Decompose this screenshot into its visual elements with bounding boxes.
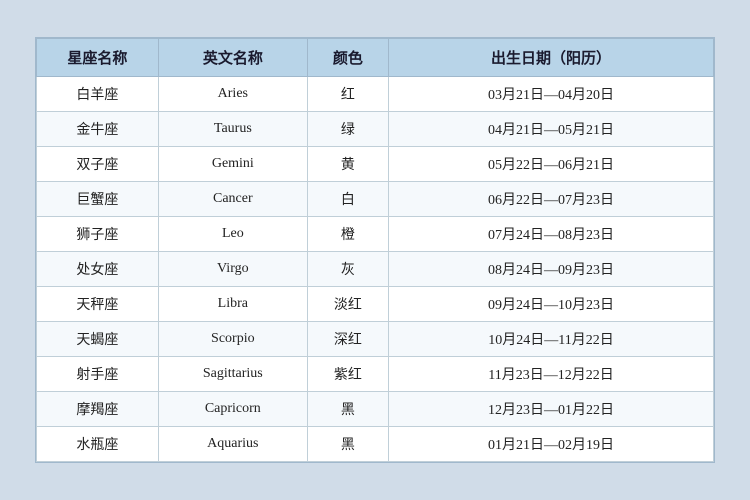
color-cell: 红 (307, 77, 388, 112)
english-name: Leo (158, 217, 307, 252)
color-cell: 绿 (307, 112, 388, 147)
zodiac-table-container: 星座名称 英文名称 颜色 出生日期（阳历） 白羊座Aries红03月21日—04… (35, 37, 715, 463)
english-name: Aries (158, 77, 307, 112)
english-name: Taurus (158, 112, 307, 147)
color-cell: 白 (307, 182, 388, 217)
table-row: 天蝎座Scorpio深红10月24日—11月22日 (37, 322, 714, 357)
chinese-name: 天秤座 (37, 287, 159, 322)
chinese-name: 天蝎座 (37, 322, 159, 357)
date-range: 12月23日—01月22日 (389, 392, 714, 427)
date-range: 04月21日—05月21日 (389, 112, 714, 147)
table-row: 巨蟹座Cancer白06月22日—07月23日 (37, 182, 714, 217)
english-name: Gemini (158, 147, 307, 182)
color-cell: 深红 (307, 322, 388, 357)
date-range: 01月21日—02月19日 (389, 427, 714, 462)
color-cell: 紫红 (307, 357, 388, 392)
chinese-name: 射手座 (37, 357, 159, 392)
date-range: 03月21日—04月20日 (389, 77, 714, 112)
chinese-name: 狮子座 (37, 217, 159, 252)
english-name: Capricorn (158, 392, 307, 427)
table-header-row: 星座名称 英文名称 颜色 出生日期（阳历） (37, 39, 714, 77)
color-cell: 黑 (307, 392, 388, 427)
chinese-name: 处女座 (37, 252, 159, 287)
header-english-name: 英文名称 (158, 39, 307, 77)
header-dates: 出生日期（阳历） (389, 39, 714, 77)
date-range: 05月22日—06月21日 (389, 147, 714, 182)
english-name: Cancer (158, 182, 307, 217)
chinese-name: 金牛座 (37, 112, 159, 147)
english-name: Virgo (158, 252, 307, 287)
chinese-name: 白羊座 (37, 77, 159, 112)
table-row: 处女座Virgo灰08月24日—09月23日 (37, 252, 714, 287)
color-cell: 淡红 (307, 287, 388, 322)
chinese-name: 水瓶座 (37, 427, 159, 462)
header-chinese-name: 星座名称 (37, 39, 159, 77)
date-range: 11月23日—12月22日 (389, 357, 714, 392)
zodiac-table: 星座名称 英文名称 颜色 出生日期（阳历） 白羊座Aries红03月21日—04… (36, 38, 714, 462)
table-row: 水瓶座Aquarius黑01月21日—02月19日 (37, 427, 714, 462)
table-row: 天秤座Libra淡红09月24日—10月23日 (37, 287, 714, 322)
table-row: 摩羯座Capricorn黑12月23日—01月22日 (37, 392, 714, 427)
english-name: Aquarius (158, 427, 307, 462)
date-range: 06月22日—07月23日 (389, 182, 714, 217)
table-row: 射手座Sagittarius紫红11月23日—12月22日 (37, 357, 714, 392)
color-cell: 黑 (307, 427, 388, 462)
color-cell: 黄 (307, 147, 388, 182)
header-color: 颜色 (307, 39, 388, 77)
english-name: Scorpio (158, 322, 307, 357)
chinese-name: 摩羯座 (37, 392, 159, 427)
english-name: Sagittarius (158, 357, 307, 392)
table-row: 白羊座Aries红03月21日—04月20日 (37, 77, 714, 112)
chinese-name: 巨蟹座 (37, 182, 159, 217)
color-cell: 灰 (307, 252, 388, 287)
chinese-name: 双子座 (37, 147, 159, 182)
table-body: 白羊座Aries红03月21日—04月20日金牛座Taurus绿04月21日—0… (37, 77, 714, 462)
table-row: 狮子座Leo橙07月24日—08月23日 (37, 217, 714, 252)
table-row: 金牛座Taurus绿04月21日—05月21日 (37, 112, 714, 147)
date-range: 07月24日—08月23日 (389, 217, 714, 252)
english-name: Libra (158, 287, 307, 322)
date-range: 10月24日—11月22日 (389, 322, 714, 357)
color-cell: 橙 (307, 217, 388, 252)
date-range: 08月24日—09月23日 (389, 252, 714, 287)
date-range: 09月24日—10月23日 (389, 287, 714, 322)
table-row: 双子座Gemini黄05月22日—06月21日 (37, 147, 714, 182)
